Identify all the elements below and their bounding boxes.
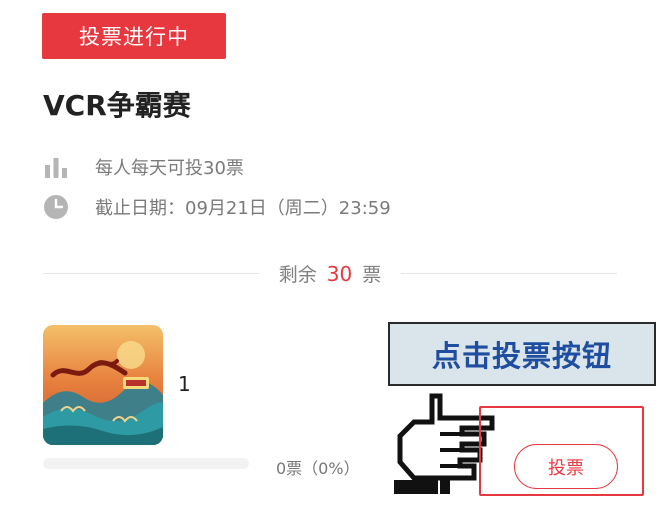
remaining-prefix: 剩余 xyxy=(278,263,317,286)
status-badge: 投票进行中 xyxy=(42,13,226,59)
bar-chart-icon xyxy=(43,154,69,180)
remaining-count: 30 xyxy=(326,261,353,286)
divider-line-right xyxy=(401,272,618,274)
deadline-row: 截止日期：09月21日（周二）23:59 xyxy=(43,194,391,220)
tutorial-callout: 点击投票按钮 xyxy=(388,322,656,386)
candidate-thumbnail[interactable] xyxy=(43,325,163,445)
divider-line-left xyxy=(43,272,259,274)
remaining-votes: 剩余 30 票 xyxy=(279,260,381,287)
clock-icon xyxy=(43,194,69,220)
poll-title: VCR争霸赛 xyxy=(43,89,191,122)
candidate-name: 1 xyxy=(178,372,191,396)
vote-progress-bar xyxy=(43,458,249,469)
vote-button[interactable]: 投票 xyxy=(514,444,618,489)
rule-row: 每人每天可投30票 xyxy=(43,154,244,180)
deadline-text: 截止日期：09月21日（周二）23:59 xyxy=(95,198,391,219)
rule-text: 每人每天可投30票 xyxy=(95,158,244,179)
vote-count: 0票（0%） xyxy=(276,459,360,478)
remaining-votes-divider: 剩余 30 票 xyxy=(43,258,618,288)
remaining-suffix: 票 xyxy=(362,263,382,286)
